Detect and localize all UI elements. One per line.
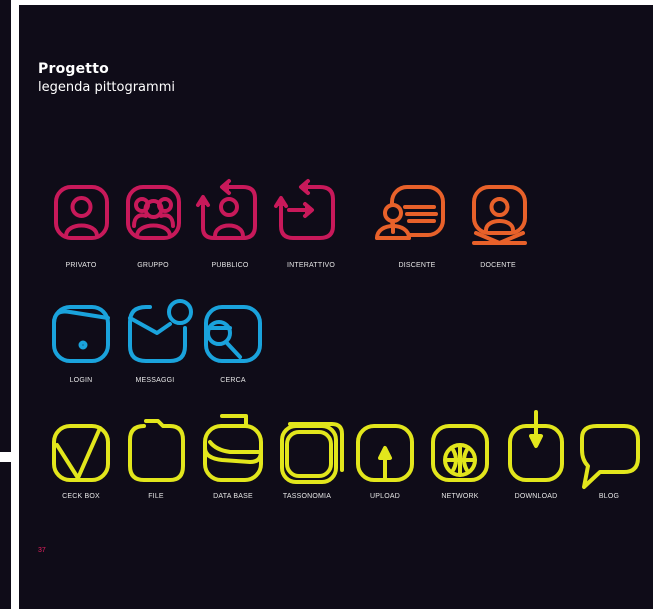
search-icon — [204, 305, 262, 363]
network-icon — [431, 424, 489, 482]
interactive-icon — [274, 179, 335, 240]
icon-label: PRIVATO — [65, 262, 97, 269]
icon-label: PUBBLICO — [211, 262, 249, 269]
icon-label: FILE — [148, 493, 164, 500]
icon-label: DISCENTE — [398, 262, 436, 269]
database-icon — [203, 414, 263, 482]
login-icon — [52, 305, 110, 363]
icon-label: CERCA — [220, 377, 246, 384]
icon-label: TASSONOMIA — [282, 493, 332, 500]
icon-label: GRUPPO — [137, 262, 169, 269]
icon-label: BLOG — [598, 493, 620, 500]
teacher-icon — [472, 185, 527, 245]
icon-label: CECK BOX — [62, 493, 100, 500]
taxonomy-icon — [280, 422, 344, 484]
pictogram-legend — [52, 179, 640, 489]
icon-label: UPLOAD — [370, 493, 400, 500]
icon-label: MESSAGGI — [135, 377, 175, 384]
checkbox-icon — [52, 424, 110, 482]
page-number: 37 — [38, 547, 46, 554]
download-icon — [508, 410, 564, 482]
blog-icon — [580, 424, 640, 489]
learner-icon — [375, 185, 445, 240]
user-icon — [54, 185, 109, 240]
upload-icon — [356, 424, 414, 482]
public-user-icon — [196, 179, 257, 240]
icon-label: DOCENTE — [480, 262, 516, 269]
icon-label: DOWNLOAD — [514, 493, 558, 500]
icon-label: LOGIN — [69, 377, 93, 384]
group-icon — [126, 185, 181, 240]
message-icon — [128, 299, 193, 363]
icon-label: NETWORK — [441, 493, 479, 500]
file-icon — [128, 419, 185, 482]
icon-label: INTERATTIVO — [287, 262, 335, 269]
icon-label: DATA BASE — [213, 493, 253, 500]
